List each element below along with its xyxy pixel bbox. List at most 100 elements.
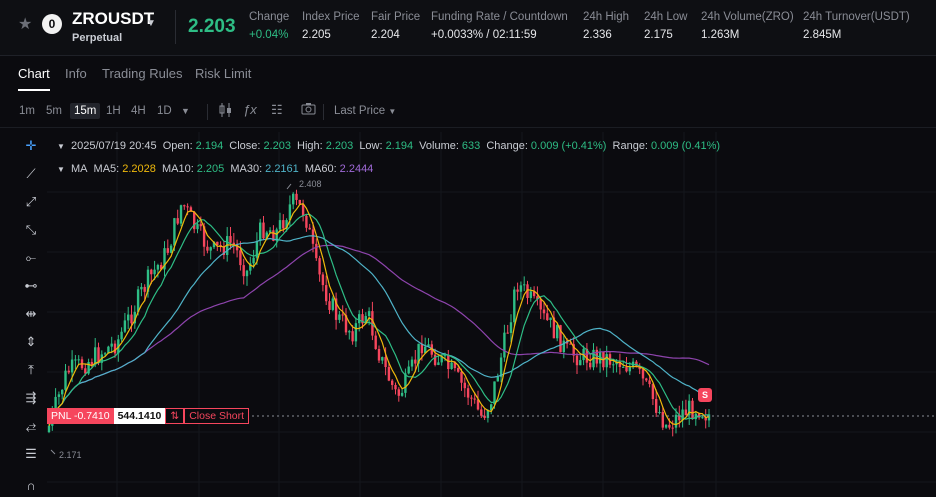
candle-body bbox=[61, 389, 64, 395]
candle-body bbox=[252, 257, 255, 264]
indicators-icon[interactable]: ƒx bbox=[243, 102, 257, 117]
candle bbox=[506, 324, 509, 334]
ticker-header: ★ 0 ZROUSDT Perpetual ▼ 2.203 Change +0.… bbox=[0, 0, 936, 56]
stat-24h-turnover: 24h Turnover(USDT) 2.845M bbox=[803, 11, 910, 41]
candle-type-icon[interactable] bbox=[219, 102, 233, 121]
text-tool-icon[interactable]: ☰ bbox=[15, 443, 47, 465]
candle-body bbox=[622, 366, 625, 368]
timeframe-1m[interactable]: 1m bbox=[19, 105, 35, 117]
candle bbox=[552, 310, 556, 339]
timeframe-dropdown-icon[interactable]: ▼ bbox=[181, 106, 190, 116]
candle bbox=[470, 395, 473, 407]
brush-icon[interactable]: ⥄ bbox=[15, 415, 47, 437]
candle-body bbox=[268, 230, 272, 233]
candle bbox=[483, 408, 486, 420]
candle bbox=[140, 282, 143, 297]
position-bar: PNL -0.7410 544.1410 ⇅ Close Short bbox=[47, 408, 250, 424]
collapse-chevron-icon[interactable]: ▼ bbox=[57, 165, 65, 174]
trend-line-icon[interactable]: ⟋ bbox=[15, 163, 47, 185]
screenshot-icon[interactable] bbox=[301, 102, 316, 118]
candle bbox=[404, 368, 407, 398]
candle-body bbox=[127, 314, 130, 321]
candle bbox=[542, 302, 546, 320]
candle-body bbox=[64, 370, 67, 390]
fib-tool-icon[interactable]: ⇶ bbox=[15, 387, 47, 409]
magnet-icon[interactable]: ∩ bbox=[15, 475, 47, 497]
stat-24h-high: 24h High 2.336 bbox=[583, 11, 629, 41]
candle bbox=[245, 269, 249, 286]
candle-body bbox=[179, 205, 183, 224]
candle-body bbox=[374, 335, 377, 350]
tab-chart[interactable]: Chart bbox=[18, 66, 50, 81]
stat-value: +0.0033% / 02:11:59 bbox=[431, 29, 537, 41]
ma5-line bbox=[48, 203, 710, 427]
price-type-select[interactable]: Last Price ▼ bbox=[334, 105, 396, 117]
candle bbox=[235, 239, 239, 258]
candle bbox=[242, 258, 245, 285]
candle-body bbox=[648, 380, 651, 385]
stat-label: 24h High bbox=[583, 11, 630, 23]
candle-body bbox=[668, 424, 671, 428]
candle-body bbox=[183, 205, 186, 207]
candle-body bbox=[579, 360, 582, 366]
candle bbox=[595, 346, 598, 368]
candle bbox=[305, 214, 308, 232]
price-range-icon[interactable]: ⤒ bbox=[15, 359, 47, 381]
candle-body bbox=[130, 314, 133, 324]
crosshair-icon[interactable]: ✛ bbox=[15, 135, 47, 157]
candlestick-plot[interactable]: 2.408 2.171 bbox=[47, 132, 936, 497]
favorite-star-icon[interactable]: ★ bbox=[18, 14, 32, 34]
candle-body bbox=[206, 246, 209, 251]
short-side-badge[interactable]: S bbox=[698, 388, 712, 402]
candle-body bbox=[400, 392, 404, 396]
candle-body bbox=[542, 309, 546, 314]
tab-trading-rules[interactable]: Trading Rules bbox=[102, 66, 182, 81]
candle bbox=[315, 238, 318, 261]
candle bbox=[575, 352, 579, 375]
chart-grid bbox=[47, 132, 936, 497]
candle-body bbox=[74, 359, 77, 361]
timeframe-4h[interactable]: 4H bbox=[131, 105, 146, 117]
symbol-dropdown-icon[interactable]: ▼ bbox=[146, 18, 156, 29]
price-chart[interactable]: 2.408 2.171 ▼ 2025/07/19 20:45 Open: 2.19… bbox=[47, 132, 936, 497]
candle bbox=[526, 280, 529, 305]
tab-info[interactable]: Info bbox=[65, 66, 87, 81]
candle-body bbox=[509, 322, 513, 333]
candle bbox=[490, 403, 493, 415]
close-short-button[interactable]: Close Short bbox=[184, 408, 250, 424]
vertical-line-icon[interactable]: ⇕ bbox=[15, 331, 47, 353]
horizontal-line-icon[interactable]: ⟜ bbox=[15, 247, 47, 269]
horizontal-ray-icon[interactable]: ⊷ bbox=[15, 275, 47, 297]
timeframe-5m[interactable]: 5m bbox=[46, 105, 62, 117]
high-marker: 2.408 bbox=[286, 179, 322, 190]
chevron-down-icon: ▼ bbox=[388, 107, 397, 116]
candle-body bbox=[556, 325, 559, 339]
stat-value: 2.205 bbox=[302, 29, 331, 41]
ray-line-icon[interactable]: ⤢ bbox=[15, 191, 47, 213]
candle bbox=[678, 405, 681, 428]
ma5-value: 2.2028 bbox=[122, 163, 156, 175]
header-divider bbox=[175, 10, 176, 44]
toolbar-divider bbox=[323, 104, 324, 120]
ma60-value: 2.2444 bbox=[339, 163, 374, 175]
extended-line-icon[interactable]: ⤡ bbox=[15, 219, 47, 241]
candle-body bbox=[358, 314, 361, 324]
candle-body bbox=[387, 367, 391, 381]
timeframe-15m[interactable]: 15m bbox=[70, 103, 101, 119]
candle-body bbox=[381, 357, 384, 361]
ohlc-legend: ▼ 2025/07/19 20:45 Open: 2.194 Close: 2.20… bbox=[57, 140, 723, 152]
reverse-position-icon[interactable]: ⇅ bbox=[165, 408, 185, 424]
collapse-chevron-icon[interactable]: ▼ bbox=[57, 142, 65, 151]
candle-body bbox=[496, 376, 499, 382]
candle bbox=[684, 399, 688, 416]
symbol-name[interactable]: ZROUSDT bbox=[72, 9, 154, 29]
parallel-channel-icon[interactable]: ⇹ bbox=[15, 303, 47, 325]
timeframe-1h[interactable]: 1H bbox=[106, 105, 121, 117]
layout-icon[interactable]: ☷ bbox=[271, 102, 283, 118]
ma10-line bbox=[48, 213, 710, 427]
tab-risk-limit[interactable]: Risk Limit bbox=[195, 66, 251, 81]
timeframe-1d[interactable]: 1D bbox=[157, 105, 172, 117]
candle-date: 2025/07/19 20:45 bbox=[70, 140, 157, 152]
candle-body bbox=[150, 269, 153, 275]
candle bbox=[664, 424, 668, 429]
